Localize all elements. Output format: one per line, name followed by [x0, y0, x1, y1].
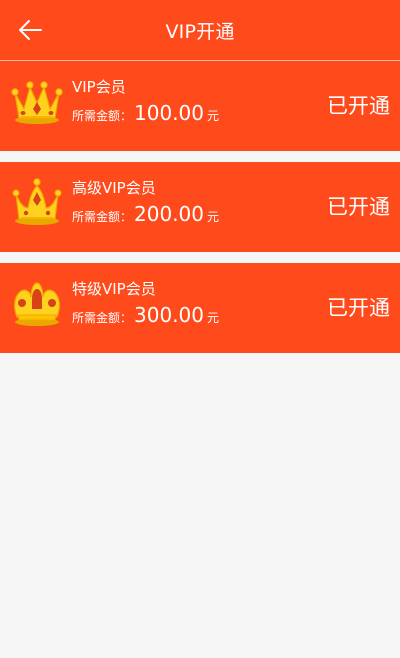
price-unit: 元 — [207, 109, 220, 123]
price-amount: 200.00 — [134, 202, 204, 226]
crown-icon — [12, 178, 62, 225]
membership-name: 特级VIP会员 — [72, 280, 156, 298]
price-unit: 元 — [207, 311, 220, 325]
crown-icon — [14, 282, 60, 326]
membership-card-senior-vip[interactable]: 高级VIP会员 所需金额： 200.00 元 已开通 — [0, 162, 400, 252]
membership-card-vip[interactable]: VIP会员 所需金额： 100.00 元 已开通 — [0, 61, 400, 151]
price-label: 所需金额： — [72, 311, 133, 325]
price-row: 所需金额： 300.00 元 — [72, 303, 219, 329]
membership-name: 高级VIP会员 — [72, 179, 156, 197]
app-header: VIP开通 — [0, 0, 400, 60]
price-amount: 300.00 — [134, 303, 204, 327]
activation-status: 已开通 — [327, 195, 390, 219]
price-label: 所需金额： — [72, 109, 133, 123]
activation-status: 已开通 — [327, 296, 390, 320]
page-title: VIP开通 — [165, 21, 235, 43]
price-label: 所需金额： — [72, 210, 133, 224]
price-amount: 100.00 — [134, 101, 204, 125]
membership-name: VIP会员 — [72, 78, 126, 96]
price-row: 所需金额： 100.00 元 — [72, 101, 219, 127]
activation-status: 已开通 — [327, 94, 390, 118]
price-row: 所需金额： 200.00 元 — [72, 202, 219, 228]
membership-card-premium-vip[interactable]: 特级VIP会员 所需金额： 300.00 元 已开通 — [0, 263, 400, 353]
price-unit: 元 — [207, 210, 220, 224]
crown-icon — [11, 81, 63, 124]
